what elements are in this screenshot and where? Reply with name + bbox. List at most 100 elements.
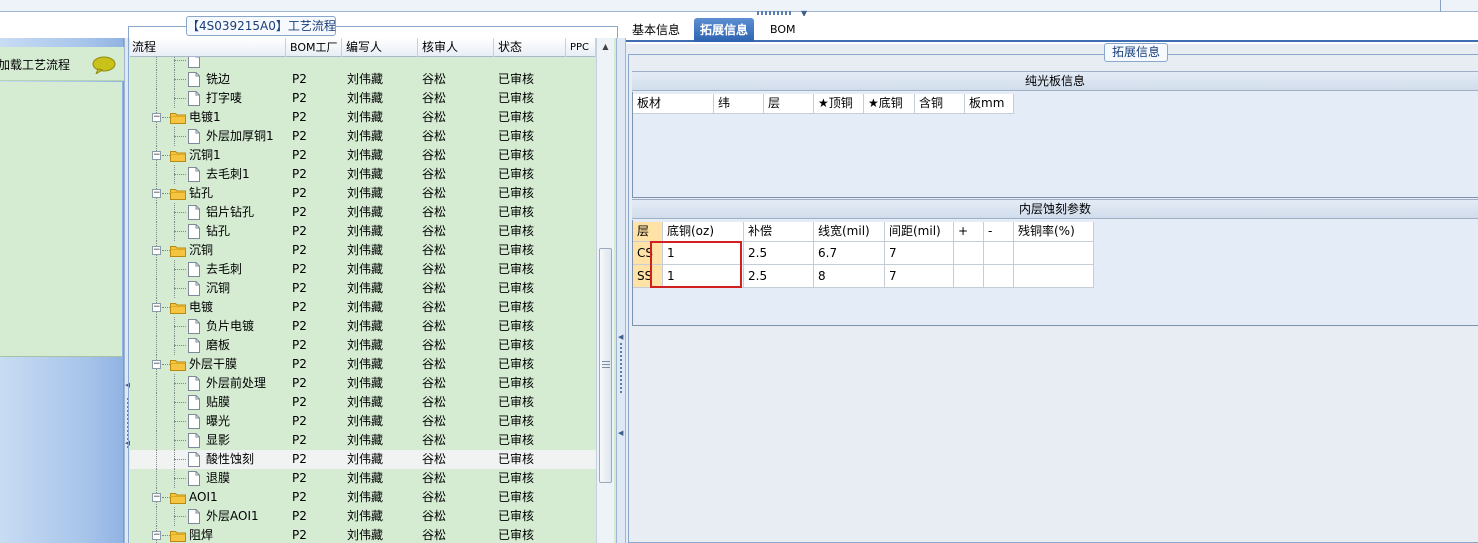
bom-factory-cell: P2 [292, 395, 307, 409]
flow-row[interactable]: − 阻焊 P2 刘伟藏 谷松 已审核 [130, 526, 596, 543]
inner-etch-cell-residual-copper[interactable] [1014, 242, 1094, 265]
flow-step-name: 退膜 [206, 471, 231, 485]
status-cell: 已审核 [498, 243, 535, 257]
inner-etch-cell-minus[interactable] [984, 242, 1014, 265]
inner-etch-cell-compensation[interactable]: 2.5 [744, 242, 814, 265]
inner-etch-col-minus[interactable]: - [984, 222, 1014, 242]
tree-connector [174, 383, 186, 384]
flow-row[interactable]: 贴膜 P2 刘伟藏 谷松 已审核 [130, 393, 596, 412]
flow-row[interactable]: 去毛刺1 P2 刘伟藏 谷松 已审核 [130, 165, 596, 184]
flow-row[interactable]: 去毛刺 P2 刘伟藏 谷松 已审核 [130, 260, 596, 279]
column-header-flow[interactable]: 流程 [130, 38, 286, 57]
column-header-reviewer[interactable]: 核审人 [420, 38, 494, 57]
bom-factory-cell: P2 [292, 509, 307, 523]
inner-etch-col-plus[interactable]: + [954, 222, 984, 242]
tree-connector [174, 174, 186, 175]
load-process-flow-item[interactable]: 加载工艺流程 [0, 47, 124, 81]
inner-etch-cell-spacing[interactable]: 7 [885, 265, 954, 288]
writer-cell: 刘伟藏 [347, 148, 384, 162]
bare-board-col-copper-content[interactable]: 含铜 [915, 94, 965, 114]
flow-row[interactable]: 钻孔 P2 刘伟藏 谷松 已审核 [130, 222, 596, 241]
bom-factory-cell: P2 [292, 167, 307, 181]
tree-collapse-icon[interactable]: − [152, 493, 161, 502]
flow-row[interactable]: 负片电镀 P2 刘伟藏 谷松 已审核 [130, 317, 596, 336]
tree-collapse-icon[interactable]: − [152, 151, 161, 160]
tree-collapse-icon[interactable]: − [152, 189, 161, 198]
tree-collapse-icon[interactable]: − [152, 531, 161, 540]
inner-etch-col-residual-copper[interactable]: 残铜率(%) [1014, 222, 1094, 242]
flow-row[interactable]: − 电镀 P2 刘伟藏 谷松 已审核 [130, 298, 596, 317]
bare-board-col-material[interactable]: 板材 [633, 94, 714, 114]
tree-collapse-icon[interactable]: − [152, 303, 161, 312]
inner-etch-cell-compensation[interactable]: 2.5 [744, 265, 814, 288]
flow-row[interactable]: 外层加厚铜1 P2 刘伟藏 谷松 已审核 [130, 127, 596, 146]
tree-connector [174, 60, 186, 61]
middle-splitter[interactable]: ◀ ◀ [616, 38, 626, 543]
flow-row[interactable]: 曝光 P2 刘伟藏 谷松 已审核 [130, 412, 596, 431]
column-header-writer[interactable]: 编写人 [344, 38, 418, 57]
splitter-left-arrow-icon[interactable]: ◀ [618, 430, 623, 437]
inner-etch-col-line-width[interactable]: 线宽(mil) [814, 222, 885, 242]
inner-etch-cell-line-width[interactable]: 8 [814, 265, 885, 288]
tree-connector [162, 364, 170, 365]
splitter-grip-icon[interactable] [620, 343, 622, 393]
writer-cell: 刘伟藏 [347, 471, 384, 485]
flow-vertical-scrollbar[interactable]: ▲ [596, 38, 614, 543]
flow-row[interactable]: 外层前处理 P2 刘伟藏 谷松 已审核 [130, 374, 596, 393]
flow-step-name: 钻孔 [206, 224, 231, 238]
flow-row[interactable]: 外层AOI1 P2 刘伟藏 谷松 已审核 [130, 507, 596, 526]
flow-row[interactable] [130, 57, 596, 70]
tree-connector [156, 89, 157, 108]
scroll-up-arrow-icon[interactable]: ▲ [597, 38, 614, 56]
inner-etch-col-base-copper[interactable]: 底铜(oz) [663, 222, 744, 242]
bare-board-col-bottom-copper[interactable]: ★底铜 [864, 94, 915, 114]
tab-bom[interactable]: BOM [764, 18, 802, 42]
scrollbar-thumb[interactable] [599, 248, 612, 483]
inner-etch-cell-minus[interactable] [984, 265, 1014, 288]
inner-etch-cell-plus[interactable] [954, 242, 984, 265]
flow-row[interactable]: − 钻孔 P2 刘伟藏 谷松 已审核 [130, 184, 596, 203]
flow-row[interactable]: 铣边 P2 刘伟藏 谷松 已审核 [130, 70, 596, 89]
tree-collapse-icon[interactable]: − [152, 113, 161, 122]
flow-row[interactable]: 铝片钻孔 P2 刘伟藏 谷松 已审核 [130, 203, 596, 222]
inner-etch-col-compensation[interactable]: 补偿 [744, 222, 814, 242]
bare-board-col-board-mm[interactable]: 板mm [965, 94, 1014, 114]
tab-extended-info[interactable]: 拓展信息 [694, 18, 755, 42]
flow-row[interactable]: 显影 P2 刘伟藏 谷松 已审核 [130, 431, 596, 450]
column-header-bom-factory[interactable]: BOM工厂 [288, 38, 342, 57]
inner-etch-cell-residual-copper[interactable] [1014, 265, 1094, 288]
flow-row[interactable]: 沉铜 P2 刘伟藏 谷松 已审核 [130, 279, 596, 298]
flow-row[interactable]: − 电镀1 P2 刘伟藏 谷松 已审核 [130, 108, 596, 127]
flow-row[interactable]: 酸性蚀刻 P2 刘伟藏 谷松 已审核 [130, 450, 596, 469]
bare-board-col-weft[interactable]: 纬 [714, 94, 764, 114]
tree-connector [156, 260, 157, 279]
flow-row[interactable]: 退膜 P2 刘伟藏 谷松 已审核 [130, 469, 596, 488]
flow-row[interactable]: 磨板 P2 刘伟藏 谷松 已审核 [130, 336, 596, 355]
inner-etch-cell-line-width[interactable]: 6.7 [814, 242, 885, 265]
status-cell: 已审核 [498, 224, 535, 238]
column-header-status[interactable]: 状态 [496, 38, 566, 57]
tree-collapse-icon[interactable]: − [152, 246, 161, 255]
flow-row[interactable]: − 沉铜1 P2 刘伟藏 谷松 已审核 [130, 146, 596, 165]
flow-row[interactable]: − AOI1 P2 刘伟藏 谷松 已审核 [130, 488, 596, 507]
status-cell: 已审核 [498, 72, 535, 86]
inner-etch-cell-spacing[interactable]: 7 [885, 242, 954, 265]
status-cell: 已审核 [498, 414, 535, 428]
inner-etch-col-layer[interactable]: 层 [633, 222, 663, 242]
flow-row[interactable]: 打字唛 P2 刘伟藏 谷松 已审核 [130, 89, 596, 108]
splitter-grip-icon[interactable] [757, 11, 791, 15]
flow-row[interactable]: − 沉铜 P2 刘伟藏 谷松 已审核 [130, 241, 596, 260]
splitter-left-arrow-icon[interactable]: ◀ [618, 334, 623, 341]
bare-board-col-top-copper[interactable]: ★顶铜 [814, 94, 864, 114]
tree-connector [174, 478, 186, 479]
column-header-ppc[interactable]: PPC [568, 38, 596, 57]
inner-etch-cell-plus[interactable] [954, 265, 984, 288]
reviewer-cell: 谷松 [422, 300, 447, 314]
bare-board-col-layer[interactable]: 层 [764, 94, 814, 114]
flow-row[interactable]: − 外层干膜 P2 刘伟藏 谷松 已审核 [130, 355, 596, 374]
inner-etch-col-spacing[interactable]: 间距(mil) [885, 222, 954, 242]
writer-cell: 刘伟藏 [347, 205, 384, 219]
reviewer-cell: 谷松 [422, 414, 447, 428]
tree-collapse-icon[interactable]: − [152, 360, 161, 369]
tab-basic-info[interactable]: 基本信息 [626, 18, 686, 42]
